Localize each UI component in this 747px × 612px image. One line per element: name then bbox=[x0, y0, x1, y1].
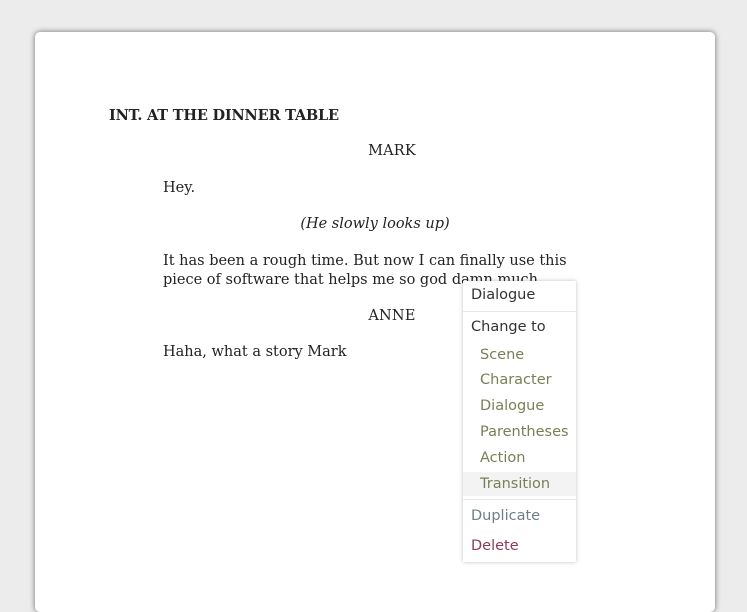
character-name[interactable]: MARK bbox=[335, 142, 449, 161]
script-page: INT. AT THE DINNER TABLE MARK Hey. (He s… bbox=[35, 32, 715, 612]
change-to-transition[interactable]: Transition bbox=[463, 472, 576, 496]
context-menu: Dialogue Change to Scene Character Dialo… bbox=[463, 281, 576, 562]
scene-heading[interactable]: INT. AT THE DINNER TABLE bbox=[109, 106, 339, 125]
dialogue-line[interactable]: Hey. bbox=[163, 179, 583, 198]
change-to-scene[interactable]: Scene bbox=[463, 343, 576, 367]
change-to-action[interactable]: Action bbox=[463, 446, 576, 470]
character-name[interactable]: ANNE bbox=[335, 307, 449, 326]
delete-button[interactable]: Delete bbox=[463, 534, 576, 558]
duplicate-button[interactable]: Duplicate bbox=[463, 504, 576, 528]
change-to-character[interactable]: Character bbox=[463, 368, 576, 392]
current-block-type: Dialogue bbox=[471, 287, 536, 303]
parenthetical-line[interactable]: (He slowly looks up) bbox=[235, 215, 515, 234]
change-to-dialogue[interactable]: Dialogue bbox=[463, 394, 576, 418]
change-to-label: Change to bbox=[471, 319, 546, 335]
change-to-parentheses[interactable]: Parentheses bbox=[463, 420, 576, 444]
menu-divider bbox=[463, 311, 576, 312]
menu-divider bbox=[463, 499, 576, 500]
